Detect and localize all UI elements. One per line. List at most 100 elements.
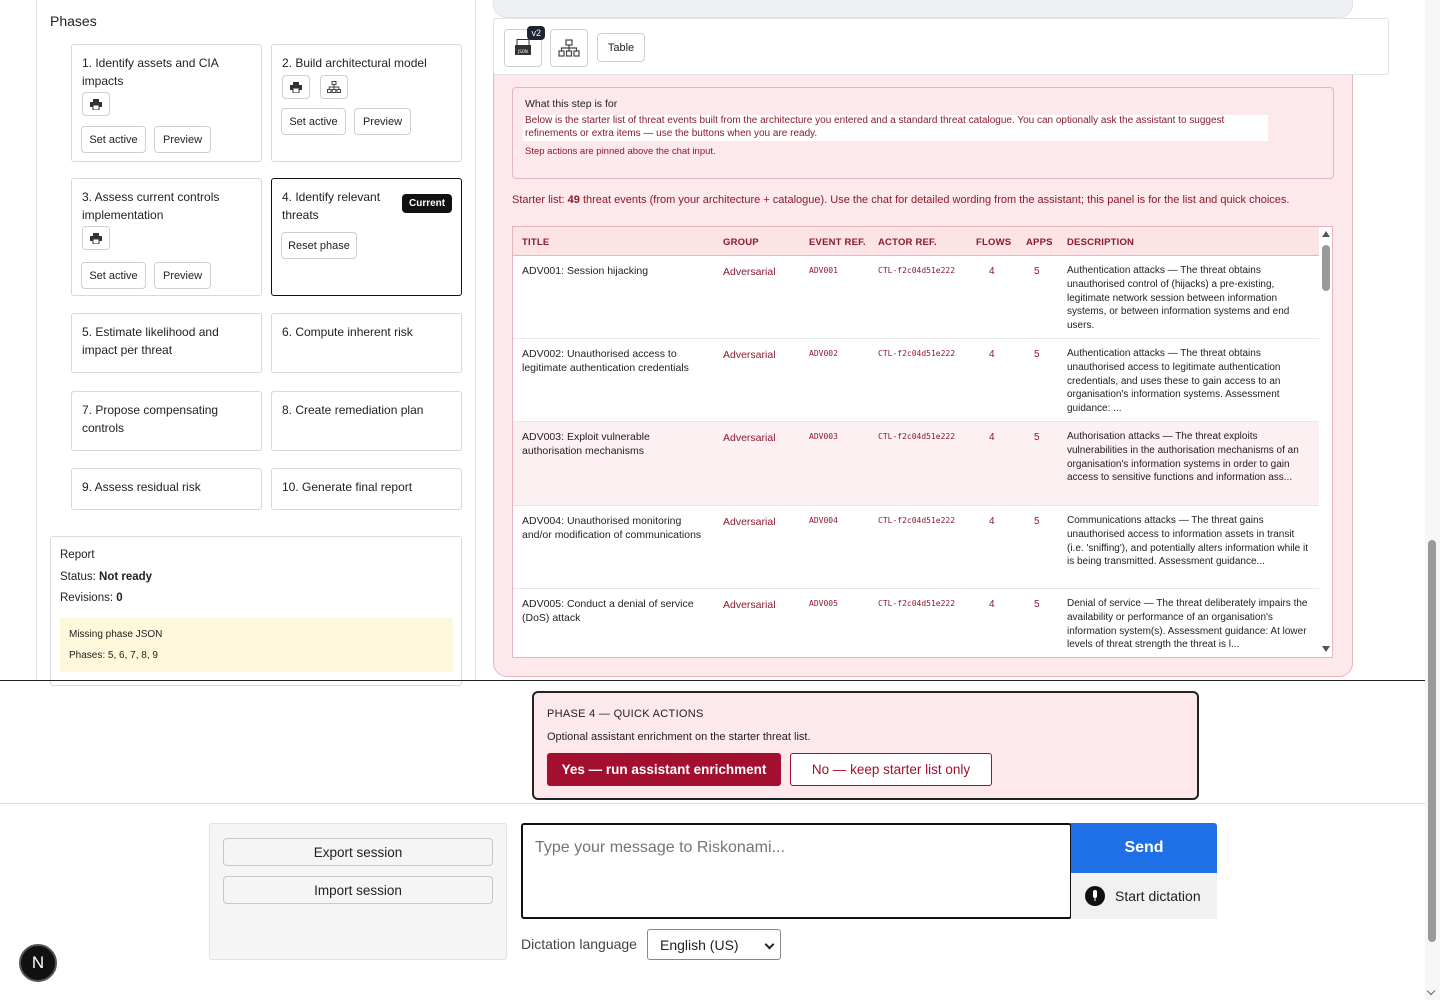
- print-icon[interactable]: [82, 226, 110, 250]
- cell-flows: 4: [989, 266, 995, 277]
- phase-card-2[interactable]: 2. Build architectural model Set active …: [271, 44, 462, 162]
- phase-card-8[interactable]: 8. Create remediation plan: [271, 391, 462, 451]
- phase-card-5[interactable]: 5. Estimate likelihood and impact per th…: [71, 313, 262, 373]
- send-button[interactable]: Send: [1071, 823, 1217, 873]
- chat-input[interactable]: [521, 823, 1072, 919]
- cell-description: Authentication attacks — The threat obta…: [1067, 265, 1290, 332]
- table-row[interactable]: ADV002: Unauthorised access to legitimat…: [513, 339, 1319, 422]
- scroll-thumb[interactable]: [1322, 245, 1330, 291]
- preview-button[interactable]: Preview: [154, 262, 211, 289]
- diagram-view-button[interactable]: [550, 29, 588, 67]
- col-event-ref[interactable]: EVENT REF.: [809, 237, 866, 248]
- cell-description: Authentication attacks — The threat obta…: [1067, 348, 1281, 415]
- cell-actor-ref: CTL-f2c04d51e222: [878, 599, 956, 608]
- preview-button[interactable]: Preview: [154, 126, 211, 153]
- import-session-button[interactable]: Import session: [223, 876, 493, 904]
- app-avatar-button[interactable]: N: [19, 944, 57, 982]
- table-row[interactable]: ADV004: Unauthorised monitoring and/or m…: [513, 506, 1319, 589]
- table-row[interactable]: ADV005: Conduct a denial of service (DoS…: [513, 589, 1319, 657]
- microphone-icon: [1085, 886, 1105, 906]
- current-badge: Current: [402, 194, 453, 213]
- set-active-button[interactable]: Set active: [281, 108, 346, 135]
- phase-title: 3. Assess current controls implementatio…: [82, 190, 220, 222]
- phase-title: 2. Build architectural model: [282, 56, 427, 70]
- divider: [0, 803, 1425, 804]
- cell-group: Adversarial: [723, 349, 776, 361]
- phase-card-1[interactable]: 1. Identify assets and CIA impacts Set a…: [71, 44, 262, 162]
- col-title[interactable]: TITLE: [522, 237, 549, 248]
- col-group[interactable]: GROUP: [723, 237, 759, 248]
- table-view-button[interactable]: Table: [597, 33, 645, 62]
- page-scrollbar[interactable]: [1425, 0, 1440, 1000]
- run-enrichment-button[interactable]: Yes — run assistant enrichment: [547, 753, 781, 786]
- starter-count: 49: [567, 194, 580, 206]
- starter-prefix: Starter list:: [512, 194, 565, 206]
- print-icon[interactable]: [282, 75, 310, 99]
- cell-description: Authorisation attacks — The threat explo…: [1067, 431, 1299, 484]
- app-avatar-label: N: [31, 953, 45, 972]
- session-panel: Export session Import session: [209, 823, 507, 960]
- page-scroll-thumb[interactable]: [1428, 540, 1436, 942]
- info-note: Step actions are pinned above the chat i…: [525, 146, 716, 157]
- col-flows[interactable]: FLOWS: [976, 237, 1011, 248]
- start-dictation-button[interactable]: Start dictation: [1071, 873, 1217, 919]
- phase-card-7[interactable]: 7. Propose compensating controls: [71, 391, 262, 451]
- scroll-up-icon[interactable]: [1322, 231, 1330, 237]
- scroll-down-icon[interactable]: [1322, 646, 1330, 652]
- svg-text:JSON: JSON: [517, 49, 528, 54]
- cell-group: Adversarial: [723, 266, 776, 278]
- phase-card-4[interactable]: 4. Identify relevant threats Current Res…: [271, 178, 462, 296]
- starter-suffix: threat events (from your architecture + …: [582, 194, 1290, 206]
- reset-phase-button[interactable]: Reset phase: [281, 232, 357, 259]
- col-actor-ref[interactable]: ACTOR REF.: [878, 237, 937, 248]
- view-toolbar: JSON v2 Table: [493, 18, 1389, 75]
- report-status: Status: Not ready: [60, 571, 152, 583]
- diagram-icon[interactable]: [320, 75, 348, 99]
- cell-group: Adversarial: [723, 516, 776, 528]
- status-label: Status:: [60, 571, 96, 583]
- phase-card-6[interactable]: 6. Compute inherent risk: [271, 313, 462, 373]
- revisions-label: Revisions:: [60, 592, 114, 604]
- cell-apps: 5: [1034, 432, 1040, 443]
- table-row[interactable]: ADV003: Exploit vulnerable authorisation…: [513, 422, 1319, 506]
- quick-actions-panel: PHASE 4 — QUICK ACTIONS Optional assista…: [532, 691, 1199, 800]
- table-row[interactable]: ADV001: Session hijacking Adversarial ADV0…: [513, 256, 1319, 339]
- json-view-button[interactable]: JSON v2: [504, 26, 545, 67]
- phase-card-10[interactable]: 10. Generate final report: [271, 468, 462, 510]
- cell-actor-ref: CTL-f2c04d51e222: [878, 516, 956, 525]
- cell-actor-ref: CTL-f2c04d51e222: [878, 432, 956, 441]
- missing-phases: Phases: 5, 6, 7, 8, 9: [69, 650, 158, 661]
- cell-apps: 5: [1034, 516, 1040, 527]
- cell-description: Communications attacks — The threat gain…: [1067, 515, 1308, 568]
- phase-title: 9. Assess residual risk: [82, 480, 201, 494]
- cell-apps: 5: [1034, 266, 1040, 277]
- starter-summary: Starter list: 49 threat events (from you…: [512, 194, 1342, 206]
- phase-card-9[interactable]: 9. Assess residual risk: [71, 468, 262, 510]
- col-description[interactable]: DESCRIPTION: [1067, 237, 1134, 248]
- dictation-language-select[interactable]: English (US): [647, 929, 781, 960]
- print-icon[interactable]: [82, 92, 110, 116]
- set-active-button[interactable]: Set active: [81, 126, 146, 153]
- info-text: Below is the starter list of threat even…: [525, 115, 1225, 139]
- set-active-button[interactable]: Set active: [81, 262, 146, 289]
- table-scrollbar[interactable]: [1319, 227, 1332, 657]
- diagram-icon: [558, 39, 580, 57]
- cell-apps: 5: [1034, 599, 1040, 610]
- cell-event-ref: ADV002: [809, 349, 838, 358]
- cell-actor-ref: CTL-f2c04d51e222: [878, 266, 956, 275]
- cell-actor-ref: CTL-f2c04d51e222: [878, 349, 956, 358]
- report-revisions: Revisions: 0: [60, 592, 123, 604]
- cell-event-ref: ADV005: [809, 599, 838, 608]
- cell-title: ADV004: Unauthorised monitoring and/or m…: [522, 515, 702, 541]
- preview-button[interactable]: Preview: [354, 108, 411, 135]
- page-scroll-down-icon[interactable]: [1426, 986, 1436, 996]
- phase-card-3[interactable]: 3. Assess current controls implementatio…: [71, 178, 262, 296]
- keep-starter-button[interactable]: No — keep starter list only: [790, 753, 992, 786]
- export-session-button[interactable]: Export session: [223, 838, 493, 866]
- missing-phase-box: Missing phase JSON Phases: 5, 6, 7, 8, 9: [60, 618, 453, 672]
- phase-title: 8. Create remediation plan: [282, 403, 424, 417]
- phase-title: 1. Identify assets and CIA impacts: [82, 56, 219, 88]
- table-header: TITLE GROUP EVENT REF. ACTOR REF. FLOWS …: [513, 227, 1319, 256]
- col-apps[interactable]: APPS: [1026, 237, 1053, 248]
- phase-title: 5. Estimate likelihood and impact per th…: [82, 325, 219, 357]
